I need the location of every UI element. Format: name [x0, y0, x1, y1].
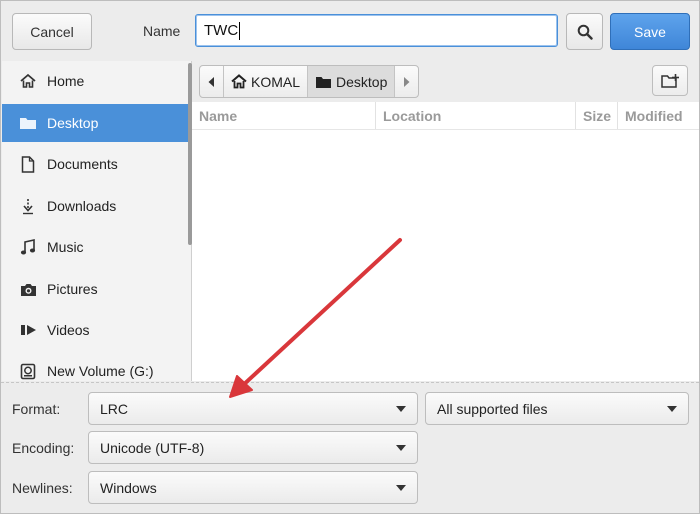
encoding-select[interactable]: Unicode (UTF-8) [88, 431, 418, 464]
format-select-value: LRC [100, 400, 129, 417]
file-list[interactable]: Name Location Size Modified [192, 102, 699, 381]
newlines-select-value: Windows [100, 479, 157, 496]
sidebar-item-desktop[interactable]: Desktop [2, 104, 189, 142]
chevron-down-icon [667, 406, 677, 412]
folder-icon [315, 75, 332, 89]
drive-icon [18, 361, 38, 381]
chevron-right-icon [404, 76, 410, 87]
text-caret [239, 21, 241, 40]
new-folder-button[interactable] [652, 65, 688, 96]
music-icon [18, 237, 38, 257]
sidebar-item-label: Home [47, 73, 85, 89]
format-select[interactable]: LRC [88, 392, 418, 425]
column-header-modified[interactable]: Modified [618, 102, 699, 129]
sidebar-item-label: Documents [47, 156, 118, 172]
newlines-label: Newlines: [12, 480, 73, 496]
save-button[interactable]: Save [610, 13, 690, 50]
file-filter-value: All supported files [437, 400, 548, 417]
newlines-select[interactable]: Windows [88, 471, 418, 504]
new-folder-icon [660, 73, 679, 88]
sidebar-item-documents[interactable]: Documents [2, 145, 189, 183]
chevron-left-icon [208, 76, 214, 87]
folder-icon [18, 113, 38, 133]
places-sidebar: Home Desktop Documents Downloads Music P… [2, 61, 192, 381]
sidebar-item-label: Downloads [47, 198, 117, 214]
sidebar-item-downloads[interactable]: Downloads [2, 187, 189, 225]
sidebar-item-music[interactable]: Music [2, 228, 189, 266]
sidebar-item-label: Pictures [47, 281, 98, 297]
path-segment-label: KOMAL [251, 73, 301, 90]
sidebar-item-label: Desktop [47, 115, 99, 131]
path-forward-button[interactable] [395, 66, 418, 97]
video-icon [18, 320, 38, 340]
home-icon [18, 71, 38, 91]
name-input[interactable]: TWC [195, 14, 558, 47]
name-input-value: TWC [204, 22, 239, 39]
path-bar: KOMAL Desktop [199, 65, 420, 98]
column-header-name[interactable]: Name [192, 102, 376, 129]
file-filter-select[interactable]: All supported files [425, 392, 689, 425]
chevron-down-icon [396, 485, 406, 491]
document-icon [18, 154, 38, 174]
column-header-location[interactable]: Location [376, 102, 576, 129]
home-icon [231, 74, 247, 89]
sidebar-item-videos[interactable]: Videos [2, 311, 189, 349]
path-segment-label: Desktop [336, 73, 388, 90]
path-segment-desktop[interactable]: Desktop [308, 66, 396, 97]
encoding-select-value: Unicode (UTF-8) [100, 439, 205, 456]
camera-icon [18, 279, 38, 299]
search-button[interactable] [566, 13, 603, 50]
cancel-button[interactable]: Cancel [12, 13, 92, 50]
column-header-size[interactable]: Size [576, 102, 618, 129]
save-file-dialog: Cancel Name TWC Save Home Desktop Docume… [0, 0, 700, 514]
path-back-button[interactable] [200, 66, 224, 97]
encoding-label: Encoding: [12, 440, 75, 456]
sidebar-item-label: New Volume (G:) [47, 363, 154, 379]
path-segment-komal[interactable]: KOMAL [224, 66, 309, 97]
sidebar-item-pictures[interactable]: Pictures [2, 270, 189, 308]
format-label: Format: [12, 401, 61, 417]
sidebar-item-label: Music [47, 239, 84, 255]
download-icon [18, 196, 38, 216]
chevron-down-icon [396, 406, 406, 412]
save-options: Format: LRC All supported files Encoding… [1, 382, 699, 514]
sidebar-item-home[interactable]: Home [2, 62, 189, 100]
sidebar-item-label: Videos [47, 322, 90, 338]
name-label: Name [143, 23, 181, 39]
search-icon [577, 24, 593, 40]
chevron-down-icon [396, 445, 406, 451]
